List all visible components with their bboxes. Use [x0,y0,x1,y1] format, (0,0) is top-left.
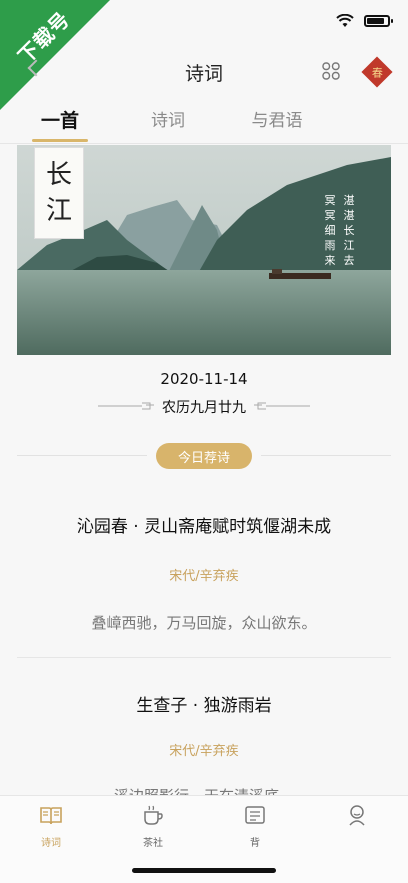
banner-title-tag: 长 江 [34,147,84,239]
recommend-line-right [261,455,391,456]
nav-bar: 诗词 春 [0,46,408,98]
grid-icon[interactable] [320,60,342,82]
tab-shici[interactable]: 诗词 [148,106,188,131]
tab-strip: 一首 诗词 与君语 [0,100,408,144]
date-label: 2020-11-14 [160,370,248,388]
book-icon [40,807,62,825]
poem-author: 宋代/辛弃疾 [169,569,239,584]
bottom-tab-bar: 诗词 茶社 背 [0,795,408,883]
tabbar-item-profile[interactable] [327,804,387,834]
wifi-icon [336,14,354,27]
status-bar: 下载号 [0,0,408,110]
banner-tag-char-1: 长 [45,160,72,190]
right-ornament-icon [254,402,310,410]
poem-card[interactable]: 沁园春 · 灵山斋庵赋时筑偃湖未成 宋代/辛弃疾 叠嶂西驰，万马回旋，众山欲东。 [0,512,408,633]
page-title: 诗词 [184,62,223,85]
battery-icon [364,15,393,27]
poem-divider [17,657,391,658]
poem-author: 宋代/辛弃疾 [169,744,239,759]
tabbar-label: 背 [250,838,260,849]
tabbar-label: 诗词 [41,838,61,849]
tabbar-item-teahouse[interactable]: 茶社 [123,804,183,849]
back-icon[interactable] [27,59,45,77]
banner-poem-column-1: 湛湛长江去 [343,194,355,267]
lunar-date-label: 农历九月廿九 [162,400,246,416]
spring-festival-button[interactable]: 春 [361,56,393,88]
poem-card[interactable]: 生查子 · 独游雨岩 宋代/辛弃疾 溪边照影行，天在清溪底。 [0,691,408,806]
recite-icon [245,806,265,824]
poem-banner[interactable]: 长 江 湛湛长江去 冥冥细雨来 [17,145,391,355]
tab-underline [32,139,88,142]
poem-title: 生查子 · 独游雨岩 [136,696,272,716]
banner-poem-column-2: 冥冥细雨来 [324,194,336,267]
home-indicator[interactable] [132,868,276,873]
tab-yujunyu[interactable]: 与君语 [250,106,304,131]
profile-icon [349,805,365,826]
banner-tag-char-2: 江 [45,196,72,226]
poem-title: 沁园春 · 灵山斋庵赋时筑偃湖未成 [76,517,332,537]
tab-yishou[interactable]: 一首 [38,106,82,133]
tabbar-item-poetry[interactable]: 诗词 [21,804,81,849]
tea-cup-icon [144,805,163,825]
poem-first-line: 叠嶂西驰，万马回旋，众山欲东。 [91,614,317,632]
tabbar-label: 茶社 [143,838,163,849]
recommend-line-left [17,455,147,456]
recommend-row: 今日荐诗 [0,443,408,469]
tabbar-item-recite[interactable]: 背 [225,804,285,849]
lunar-row: 农历九月廿九 [0,395,408,417]
spring-label: 春 [371,66,383,79]
recommend-badge: 今日荐诗 [156,443,252,469]
